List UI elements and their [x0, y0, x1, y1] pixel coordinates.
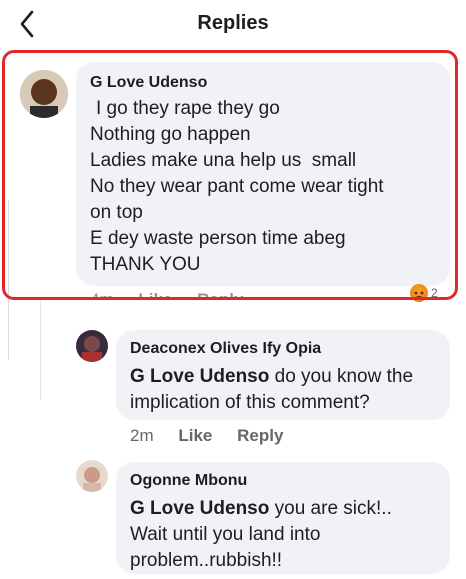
reply-button[interactable]: Reply [237, 426, 283, 445]
comment-text-part: you are sick!.. [269, 498, 392, 519]
highlight-box [2, 50, 458, 300]
comment-author[interactable]: Deaconex Olives Ify Opia [130, 340, 321, 358]
mention-link[interactable]: G Love Udenso [130, 366, 269, 387]
comment-bubble: Ogonne Mbonu G Love Udenso you are sick!… [116, 462, 450, 574]
page-title: Replies [197, 12, 269, 34]
comment-author[interactable]: Ogonne Mbonu [130, 472, 247, 490]
comment-text-part: do you know the [269, 366, 414, 387]
comment-text: G Love Udenso do you know the [130, 364, 413, 390]
comment-line: Wait until you land into [130, 524, 321, 545]
header-bar: Replies [0, 0, 466, 48]
avatar[interactable] [76, 330, 108, 362]
comment-line: problem..rubbish!! [130, 550, 283, 571]
comment-actions: 2m Like Reply [130, 426, 303, 446]
like-button[interactable]: Like [178, 426, 212, 445]
thread-line [40, 300, 41, 400]
avatar[interactable] [76, 460, 108, 492]
comment-time: 2m [130, 426, 154, 445]
mention-link[interactable]: G Love Udenso [130, 498, 269, 519]
comment-text: G Love Udenso you are sick!.. [130, 496, 392, 522]
comment-line: implication of this comment? [130, 392, 370, 413]
comment-bubble: Deaconex Olives Ify Opia G Love Udenso d… [116, 330, 450, 420]
